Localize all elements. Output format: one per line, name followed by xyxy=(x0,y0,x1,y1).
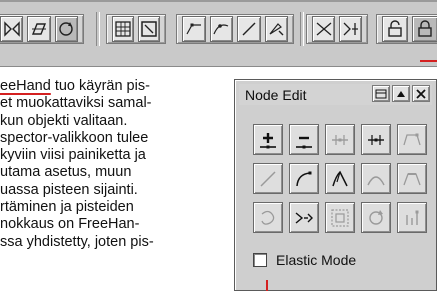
palette-collapse-button[interactable] xyxy=(392,85,410,102)
auto-reduce-button[interactable] xyxy=(253,202,283,233)
knife-tool-button[interactable] xyxy=(264,16,288,42)
palette-menu-button[interactable] xyxy=(372,85,390,102)
scale-points-button[interactable] xyxy=(325,202,355,233)
toolbar-group-join xyxy=(306,14,368,44)
lock-icon xyxy=(418,20,432,37)
paragraph-line: utama asetus, muun xyxy=(0,164,132,181)
corner-point-icon xyxy=(186,23,201,35)
lock-button[interactable] xyxy=(412,16,437,42)
paragraph-line: ssa yhdistetty, joten pis- xyxy=(0,233,154,250)
toolbar-group-transform xyxy=(0,14,84,44)
paragraph-line: kun objekti valitaan. xyxy=(0,112,128,129)
remove-point-button[interactable] xyxy=(289,124,319,155)
body-paragraph: eeHand tuo käyrän pis- et muokattaviksi … xyxy=(0,78,232,251)
smooth-node-button[interactable] xyxy=(361,163,391,194)
break-path-icon xyxy=(368,134,384,145)
skew-tool-button[interactable] xyxy=(27,16,51,42)
reverse-direction-icon xyxy=(406,210,419,225)
symmetric-node-icon xyxy=(403,172,421,185)
curve-segment-button[interactable] xyxy=(289,163,319,194)
paragraph-line: et muokattaviksi samal- xyxy=(0,95,152,112)
curve-segment-icon xyxy=(296,171,312,186)
add-point-button[interactable] xyxy=(253,124,283,155)
align-points-icon xyxy=(295,211,313,224)
palette-menu-icon xyxy=(375,89,387,98)
cusp-node-icon xyxy=(332,170,348,186)
curve-point-button[interactable] xyxy=(209,16,233,42)
straight-segment-icon xyxy=(260,170,276,187)
elastic-mode-label: Elastic Mode xyxy=(276,252,357,268)
auto-reduce-icon xyxy=(261,210,275,225)
straight-segment-button[interactable] xyxy=(253,163,283,194)
remove-point-icon xyxy=(296,136,312,148)
unlock-icon xyxy=(388,20,402,37)
rotate-tool-button[interactable] xyxy=(54,16,78,42)
join-button[interactable] xyxy=(312,16,335,42)
palette-window-controls xyxy=(372,85,430,102)
close-icon xyxy=(416,88,426,99)
toolbar-group-points xyxy=(176,14,294,44)
split-icon xyxy=(343,22,358,36)
paragraph-line: rtäminen ja pisteiden xyxy=(0,199,134,216)
paragraph-line: spector-valikkoon tulee xyxy=(0,129,149,146)
reverse-direction-button[interactable] xyxy=(397,202,427,233)
highlighted-term: eeHand xyxy=(0,78,51,94)
frame-icon xyxy=(141,21,157,37)
break-path-button[interactable] xyxy=(361,124,391,155)
paragraph-line: uassa pisteen sijainti. xyxy=(0,181,138,198)
node-edit-palette: Node Edit Elastic Mode xyxy=(234,79,437,291)
line-icon xyxy=(242,22,256,36)
elastic-mode-checkbox[interactable] xyxy=(253,253,267,267)
split-button[interactable] xyxy=(339,16,362,42)
paragraph-fragment: tuo käyrän pis- xyxy=(50,78,150,94)
join-points-icon xyxy=(332,134,348,145)
add-point-icon xyxy=(260,132,276,148)
rotate-points-icon xyxy=(369,209,383,225)
cusp-node-button[interactable] xyxy=(325,163,355,194)
grid-button[interactable] xyxy=(112,16,134,42)
reflect-tool-button[interactable] xyxy=(0,16,24,42)
red-callout-mark xyxy=(420,60,437,62)
palette-title: Node Edit xyxy=(245,86,307,103)
triangle-up-icon xyxy=(397,90,405,97)
paragraph-line: nokkaus on FreeHan- xyxy=(0,216,140,233)
paragraph-line: kyviin viisi painiketta ja xyxy=(0,147,146,164)
smooth-node-icon xyxy=(367,175,385,185)
frame-button[interactable] xyxy=(138,16,160,42)
palette-close-button[interactable] xyxy=(412,85,430,102)
toolbar-border xyxy=(0,0,437,2)
node-tools-grid xyxy=(253,124,427,233)
unlock-button[interactable] xyxy=(382,16,408,42)
corner-point-button[interactable] xyxy=(182,16,206,42)
knife-icon xyxy=(269,23,284,36)
scale-points-icon xyxy=(331,208,349,227)
align-points-button[interactable] xyxy=(289,202,319,233)
grid-icon xyxy=(115,21,131,37)
rotate-points-button[interactable] xyxy=(361,202,391,233)
elastic-mode-option[interactable]: Elastic Mode xyxy=(253,252,356,268)
symmetric-node-button[interactable] xyxy=(397,163,427,194)
palette-title-bar[interactable]: Node Edit xyxy=(239,84,432,105)
toolbar-group-view xyxy=(106,14,166,44)
line-tool-button[interactable] xyxy=(237,16,261,42)
extend-path-icon xyxy=(403,133,421,145)
extend-path-button[interactable] xyxy=(397,124,427,155)
curve-point-icon xyxy=(213,24,229,35)
toolbar-separator xyxy=(300,12,304,46)
join-icon xyxy=(316,22,331,36)
red-callout-mark xyxy=(266,280,268,291)
join-points-button[interactable] xyxy=(325,124,355,155)
toolbar-separator xyxy=(96,12,100,46)
toolbar-group-lock xyxy=(376,14,437,44)
rotate-icon xyxy=(59,22,74,36)
paragraph-line: eeHand tuo käyrän pis- xyxy=(0,78,232,95)
skew-icon xyxy=(31,23,47,35)
reflect-icon xyxy=(3,21,20,37)
top-toolbar xyxy=(0,0,437,67)
